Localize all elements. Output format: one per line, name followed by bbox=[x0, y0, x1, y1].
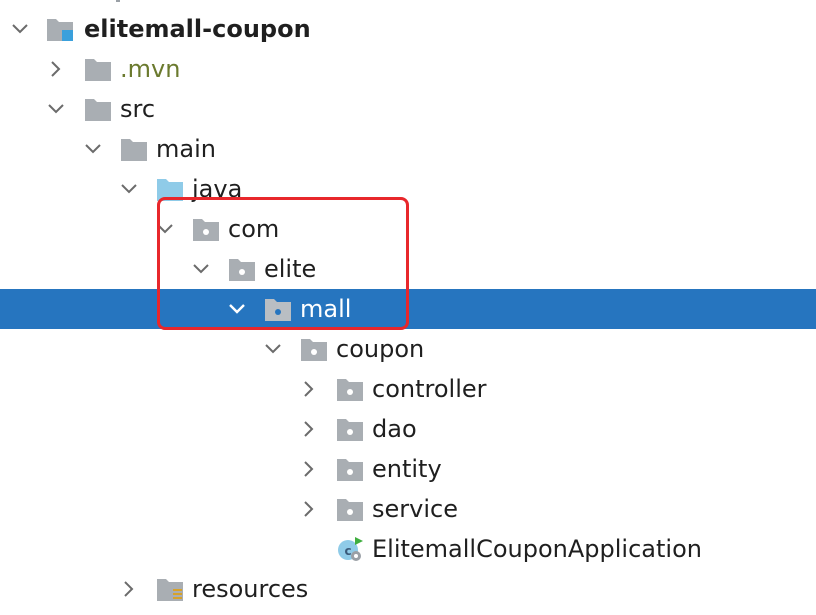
tree-item-src[interactable]: src bbox=[0, 89, 816, 129]
tree-item-label: ElitemallCouponApplication bbox=[372, 535, 702, 563]
tree-item-label: java bbox=[192, 175, 243, 203]
tree-item-label: entity bbox=[372, 455, 442, 483]
tree-item-mall[interactable]: mall bbox=[0, 289, 816, 329]
chevron-down-icon[interactable] bbox=[191, 259, 211, 279]
tree-item-label: .mvn bbox=[120, 55, 181, 83]
spring-boot-class-icon: c bbox=[336, 536, 364, 562]
package-icon bbox=[300, 336, 328, 362]
tree-item-java[interactable]: java bbox=[0, 169, 816, 209]
tree-item-main[interactable]: main bbox=[0, 129, 816, 169]
tree-item-service[interactable]: service bbox=[0, 489, 816, 529]
tree-item-com[interactable]: com bbox=[0, 209, 816, 249]
project-tree: elitemall-coupon .mvn src main java com … bbox=[0, 0, 816, 615]
source-folder-icon bbox=[156, 176, 184, 202]
tree-item-elitemall-coupon[interactable]: elitemall-coupon bbox=[0, 9, 816, 49]
chevron-right-icon[interactable] bbox=[299, 459, 319, 479]
tree-item-elitemall-coupon-application[interactable]: c ElitemallCouponApplication bbox=[0, 529, 816, 569]
folder-icon bbox=[84, 56, 112, 82]
chevron-down-icon[interactable] bbox=[263, 339, 283, 359]
package-icon bbox=[228, 256, 256, 282]
package-icon bbox=[264, 296, 292, 322]
chevron-right-icon[interactable] bbox=[46, 59, 66, 79]
tree-item-dao[interactable]: dao bbox=[0, 409, 816, 449]
tree-item-label: main bbox=[156, 135, 216, 163]
tree-item-label: service bbox=[372, 495, 458, 523]
folder-icon bbox=[84, 96, 112, 122]
tree-item-label: elitemall-coupon bbox=[84, 15, 311, 43]
tree-item-label: coupon bbox=[336, 335, 425, 363]
chevron-down-icon[interactable] bbox=[155, 219, 175, 239]
tree-item-label: mall bbox=[300, 295, 352, 323]
tree-item-label: resources bbox=[192, 575, 309, 603]
tree-item-resources[interactable]: resources bbox=[0, 569, 816, 609]
tree-item-label: controller bbox=[372, 375, 487, 403]
chevron-down-icon[interactable] bbox=[10, 19, 30, 39]
chevron-down-icon[interactable] bbox=[83, 139, 103, 159]
tree-item-label: elite bbox=[264, 255, 317, 283]
chevron-down-icon[interactable] bbox=[227, 299, 247, 319]
tree-item-label: src bbox=[120, 95, 156, 123]
tree-item-label: com bbox=[228, 215, 280, 243]
module-folder-icon bbox=[46, 16, 74, 42]
svg-text:c: c bbox=[344, 544, 351, 558]
package-icon bbox=[192, 216, 220, 242]
tree-item-mvn[interactable]: .mvn bbox=[0, 49, 816, 89]
folder-icon bbox=[120, 136, 148, 162]
tree-item-coupon[interactable]: coupon bbox=[0, 329, 816, 369]
tree-item-entity[interactable]: entity bbox=[0, 449, 816, 489]
chevron-right-icon[interactable] bbox=[299, 379, 319, 399]
chevron-down-icon[interactable] bbox=[46, 99, 66, 119]
partial-row-remnant bbox=[116, 0, 120, 2]
package-icon bbox=[336, 416, 364, 442]
tree-item-label: dao bbox=[372, 415, 417, 443]
resources-folder-icon bbox=[156, 576, 184, 602]
tree-item-controller[interactable]: controller bbox=[0, 369, 816, 409]
chevron-down-icon[interactable] bbox=[119, 179, 139, 199]
chevron-right-icon[interactable] bbox=[299, 419, 319, 439]
package-icon bbox=[336, 376, 364, 402]
package-icon bbox=[336, 456, 364, 482]
chevron-right-icon[interactable] bbox=[119, 579, 139, 599]
chevron-right-icon[interactable] bbox=[299, 499, 319, 519]
package-icon bbox=[336, 496, 364, 522]
tree-item-elite[interactable]: elite bbox=[0, 249, 816, 289]
